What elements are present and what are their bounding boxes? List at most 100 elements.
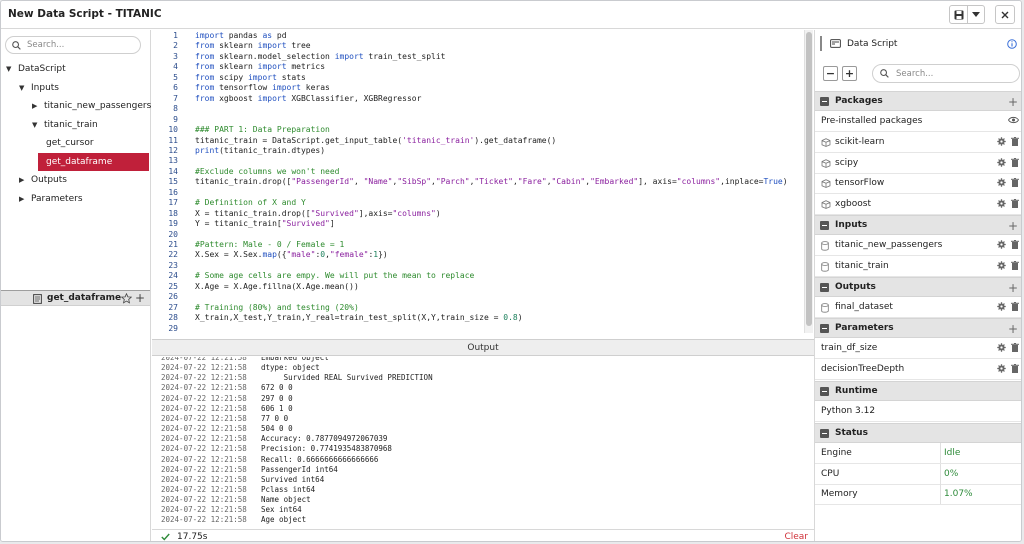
trash-icon[interactable] [1011, 157, 1019, 167]
output-row: 2024-07-22 12:21:58 297 0 0 [161, 394, 293, 403]
code-line[interactable]: titanic_train = DataScript.get_input_tab… [195, 136, 556, 145]
tree-item-outputs[interactable]: ▶ Outputs [1, 171, 150, 190]
star-icon[interactable] [121, 293, 132, 304]
runtime-row[interactable]: Python 3.12 [815, 401, 1021, 422]
caret-right-icon[interactable]: ▶ [19, 195, 24, 203]
code-line[interactable]: #Pattern: Male - 0 / Female = 1 [195, 240, 344, 249]
gear-icon[interactable] [997, 240, 1006, 249]
collapse-icon[interactable] [820, 429, 829, 438]
add-icon[interactable]: + [135, 291, 145, 305]
input-item[interactable]: titanic_new_passengers [815, 235, 1021, 256]
gear-icon[interactable] [997, 364, 1006, 373]
gear-icon[interactable] [997, 343, 1006, 352]
trash-icon[interactable] [1011, 198, 1019, 208]
code-line[interactable]: titanic_train.drop(["PassengerId", "Name… [195, 177, 788, 186]
code-line[interactable]: from sklearn.model_selection import trai… [195, 52, 445, 61]
tree-item-datascript[interactable]: ▼ DataScript [1, 60, 150, 79]
code-editor[interactable]: 1 import pandas as pd 2 from sklearn import… [152, 30, 804, 333]
eye-icon[interactable] [1008, 116, 1019, 124]
code-line[interactable]: print(titanic_train.dtypes) [195, 146, 325, 155]
preinstalled-packages-row[interactable]: Pre-installed packages [815, 111, 1021, 132]
package-item[interactable]: tensorFlow [815, 173, 1021, 195]
trash-icon[interactable] [1011, 343, 1019, 352]
collapse-icon[interactable] [820, 387, 829, 396]
code-line[interactable]: X.Sex = X.Sex.map({"male":0,"female":1}) [195, 250, 388, 259]
database-icon [821, 303, 829, 313]
add-icon[interactable]: + [1008, 322, 1018, 336]
trash-icon[interactable] [1011, 178, 1019, 188]
code-line[interactable]: from scipy import stats [195, 73, 306, 82]
add-icon[interactable]: + [1008, 219, 1018, 233]
code-line[interactable]: from xgboost import XGBClassifier, XGBRe… [195, 94, 421, 103]
input-item[interactable]: titanic_train [815, 256, 1021, 277]
collapse-icon[interactable] [820, 324, 829, 333]
caret-down-icon[interactable]: ▼ [6, 65, 11, 73]
code-line[interactable]: ### PART 1: Data Preparation [195, 125, 330, 134]
gear-icon[interactable] [997, 157, 1006, 167]
output-item[interactable]: final_dataset [815, 297, 1021, 318]
trash-icon[interactable] [1011, 302, 1019, 311]
code-line[interactable]: Y = titanic_train["Survived"] [195, 219, 335, 228]
gear-icon[interactable] [997, 261, 1006, 270]
parameter-item[interactable]: train_df_size [815, 338, 1021, 359]
save-options-dropdown[interactable] [967, 5, 985, 24]
section-status[interactable]: Status [815, 423, 1021, 443]
right-search-input[interactable]: Search... [872, 64, 1020, 83]
section-packages[interactable]: Packages + [815, 91, 1021, 111]
close-button[interactable] [995, 5, 1015, 24]
gear-icon[interactable] [997, 137, 1006, 146]
collapse-icon[interactable] [820, 283, 829, 292]
code-line[interactable]: X = titanic_train.drop(["Survived"],axis… [195, 209, 441, 218]
add-icon[interactable]: + [1008, 281, 1018, 295]
code-line[interactable]: # Definition of X and Y [195, 198, 306, 207]
tree-item-parameters[interactable]: ▶ Parameters [1, 190, 150, 209]
save-button[interactable] [949, 5, 968, 24]
section-outputs[interactable]: Outputs + [815, 277, 1021, 297]
trash-icon[interactable] [1011, 137, 1019, 146]
trash-icon[interactable] [1011, 260, 1019, 270]
tree-item-get-dataframe[interactable]: get_dataframe [38, 152, 149, 171]
code-line[interactable]: # Training (80%) and testing (20%) [195, 303, 359, 312]
section-runtime[interactable]: Runtime [815, 381, 1021, 401]
trash-icon[interactable] [1011, 240, 1019, 249]
collapse-icon[interactable] [820, 221, 829, 230]
tree-item-get-cursor[interactable]: get_cursor [38, 134, 149, 153]
tree-item-titanic-new-passengers[interactable]: ▶ titanic_new_passengers [1, 97, 151, 116]
code-line[interactable]: # Some age cells are empy. We will put t… [195, 271, 474, 280]
info-icon[interactable] [1007, 39, 1017, 49]
caret-right-icon[interactable]: ▶ [19, 176, 24, 184]
gear-icon[interactable] [997, 199, 1006, 208]
code-line[interactable]: from tensorflow import keras [195, 83, 330, 92]
section-parameters[interactable]: Parameters + [815, 318, 1021, 338]
code-line[interactable]: #Exclude columns we won't need [195, 167, 340, 176]
output-timestamp: 2024-07-22 12:21:58 [161, 434, 247, 444]
code-line[interactable]: X_train,X_test,Y_train,Y_real=train_test… [195, 313, 523, 322]
caret-right-icon[interactable]: ▶ [32, 102, 37, 110]
caret-down-icon[interactable]: ▼ [32, 121, 37, 129]
favorite-item[interactable]: get_dataframe + [1, 291, 150, 306]
gear-icon[interactable] [997, 178, 1006, 187]
output-timestamp: 2024-07-22 12:21:58 [161, 444, 247, 454]
tree-search-input[interactable]: Search... [5, 36, 141, 54]
expand-all-button[interactable]: + [842, 66, 857, 81]
section-inputs[interactable]: Inputs + [815, 215, 1021, 235]
trash-icon[interactable] [1011, 364, 1019, 373]
code-line[interactable]: X.Age = X.Age.fillna(X.Age.mean()) [195, 282, 359, 291]
tree-item-titanic-train[interactable]: ▼ titanic_train [1, 116, 150, 135]
collapse-all-button[interactable]: − [823, 66, 838, 81]
parameter-item[interactable]: decisionTreeDepth [815, 359, 1021, 380]
code-line[interactable]: from sklearn import tree [195, 41, 311, 50]
editor-scrollbar-thumb[interactable] [806, 32, 812, 326]
package-item[interactable]: scikit-learn [815, 132, 1021, 153]
caret-down-icon[interactable]: ▼ [19, 84, 24, 92]
code-line[interactable]: from sklearn import metrics [195, 62, 325, 71]
code-line[interactable]: import pandas as pd [195, 31, 287, 40]
editor-scrollbar[interactable] [804, 30, 813, 333]
package-item[interactable]: xgboost [815, 194, 1021, 215]
gear-icon[interactable] [997, 302, 1006, 311]
clear-output-button[interactable]: Clear [784, 532, 808, 542]
package-item[interactable]: scipy [815, 153, 1021, 174]
add-icon[interactable]: + [1008, 95, 1018, 109]
tree-item-inputs[interactable]: ▼ Inputs [1, 79, 150, 98]
collapse-icon[interactable] [820, 97, 829, 106]
